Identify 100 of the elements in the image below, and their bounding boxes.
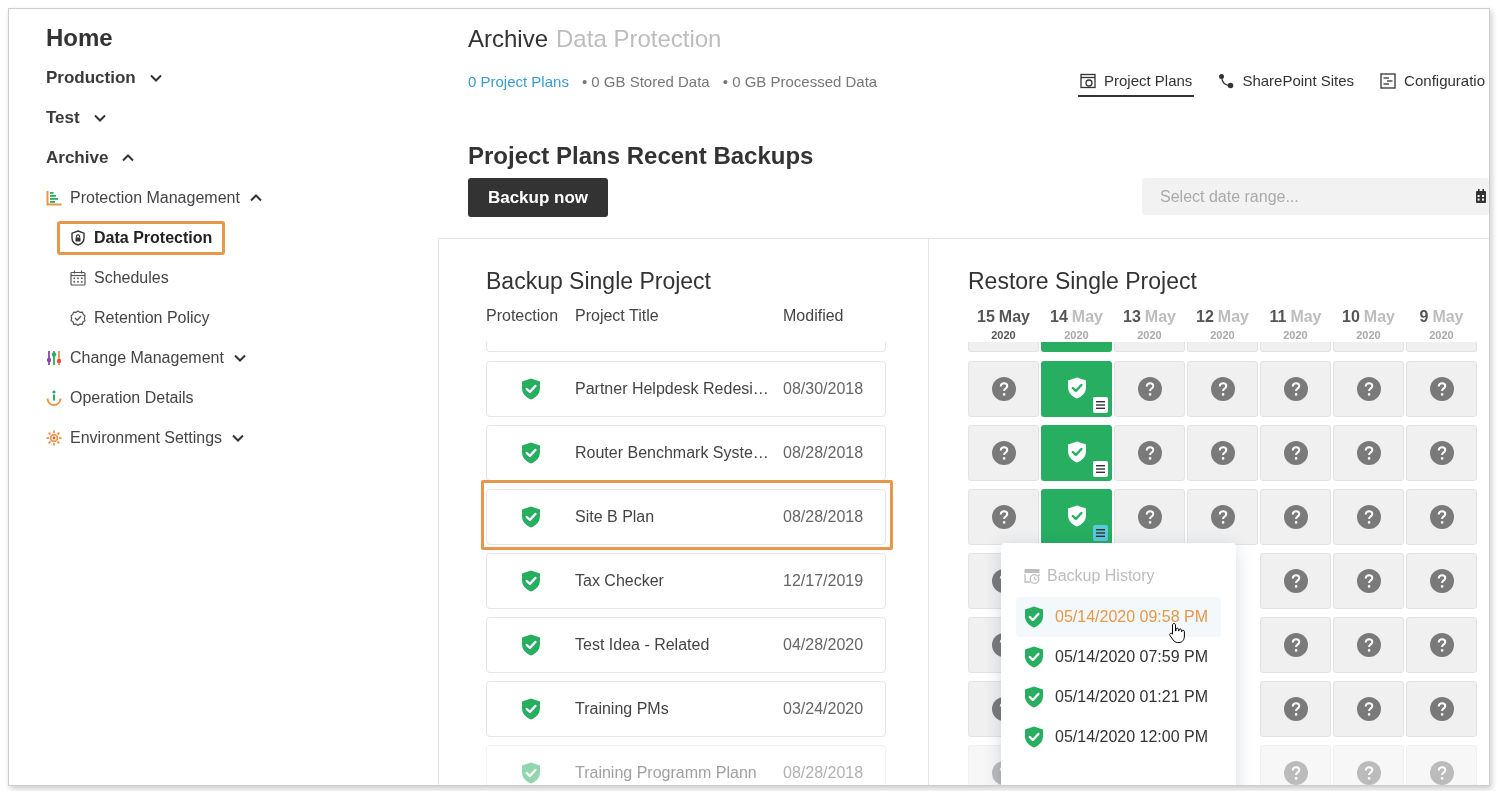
history-entry[interactable]: 05/14/2020 01:21 PM xyxy=(1016,677,1221,717)
question-mark-icon xyxy=(1137,377,1162,401)
year-label: 2020 xyxy=(1137,328,1162,342)
list-icon xyxy=(1096,401,1105,409)
modified-date: 08/30/2018 xyxy=(783,379,865,399)
nav-item[interactable]: Operation Details xyxy=(46,378,194,418)
date-cell xyxy=(968,342,1039,352)
window-icon xyxy=(1080,73,1096,89)
history-entry[interactable]: 05/14/2020 07:59 PM xyxy=(1016,637,1221,677)
project-row[interactable]: Tax Checker 12/17/2019 xyxy=(486,553,886,609)
modified-date: 08/28/2018 xyxy=(783,762,865,783)
question-mark-icon xyxy=(1210,441,1235,465)
backup-cell[interactable] xyxy=(1041,425,1112,481)
question-mark-icon xyxy=(991,505,1016,529)
project-title: Site B Plan xyxy=(575,507,656,527)
nav-section[interactable]: Production xyxy=(46,58,162,98)
shield-check-icon xyxy=(1024,606,1044,628)
date-cell xyxy=(1333,342,1404,352)
project-title: Partner Helpdesk Redesi… xyxy=(575,379,770,399)
backup-cell[interactable] xyxy=(1041,342,1112,352)
history-menu-button[interactable] xyxy=(1093,461,1108,477)
backup-cell[interactable] xyxy=(1041,489,1112,545)
year-label: 2020 xyxy=(1356,328,1381,342)
column-header: Protection xyxy=(486,306,560,326)
date-cell xyxy=(1406,342,1477,352)
list-icon xyxy=(1096,465,1105,473)
month-label: May xyxy=(1071,307,1103,327)
bar-chart-icon xyxy=(46,190,62,206)
nav-item[interactable]: Environment Settings xyxy=(46,418,245,458)
question-mark-icon xyxy=(1283,697,1308,721)
question-mark-icon xyxy=(1137,441,1162,465)
modified-date: 08/28/2018 xyxy=(783,507,865,527)
month-label: May xyxy=(1290,307,1322,327)
calendar-icon[interactable] xyxy=(1476,189,1486,203)
project-title: Training Programm Plann xyxy=(575,762,758,783)
connection-icon xyxy=(1218,73,1235,89)
question-mark-icon xyxy=(1356,569,1381,593)
question-mark-icon xyxy=(1283,441,1308,465)
popup-title: Backup History xyxy=(1047,566,1155,586)
project-title: Tax Checker xyxy=(575,571,665,591)
shield-check-icon xyxy=(1024,726,1044,748)
date-cell xyxy=(1114,342,1185,352)
calendar-icon xyxy=(70,270,86,286)
modified-date: 12/17/2019 xyxy=(783,571,865,591)
tab[interactable]: SharePoint Sites xyxy=(1216,64,1357,97)
tab[interactable]: Configuratio xyxy=(1378,64,1487,97)
project-row[interactable]: Test Idea - Related 04/28/2020 xyxy=(486,617,886,673)
question-mark-icon xyxy=(991,441,1016,465)
nav-section[interactable]: Test xyxy=(46,98,106,138)
nav-subitem[interactable]: Schedules xyxy=(57,261,182,295)
question-mark-icon xyxy=(1356,505,1381,529)
backup-now-button[interactable]: Backup now xyxy=(468,178,608,217)
project-row[interactable]: Training PMs 03/24/2020 xyxy=(486,681,886,737)
modified-date: 08/28/2018 xyxy=(783,443,865,463)
question-mark-icon xyxy=(1210,505,1235,529)
badge-icon xyxy=(70,310,86,326)
project-title: Test Idea - Related xyxy=(575,635,711,655)
history-menu-button[interactable] xyxy=(1093,525,1108,541)
question-mark-icon xyxy=(1283,760,1308,785)
day-number: 14 xyxy=(1050,307,1068,327)
month-label: May xyxy=(1363,307,1395,327)
date-range-field[interactable]: Select date range... xyxy=(1142,178,1489,215)
project-title: Router Benchmark Syste… xyxy=(575,443,770,463)
day-number: 11 xyxy=(1269,307,1287,327)
nav-subitem[interactable]: Data Protection xyxy=(57,221,226,255)
month-label: May xyxy=(1432,307,1464,327)
page-title: Archive xyxy=(468,24,549,54)
nav-section[interactable]: Archive xyxy=(46,138,135,178)
question-mark-icon xyxy=(1429,569,1454,593)
day-number: 15 xyxy=(977,307,995,327)
calendar-clock-icon xyxy=(1024,568,1040,584)
question-mark-icon xyxy=(991,377,1016,401)
shield-check-icon xyxy=(1024,646,1044,668)
nav-item[interactable]: Protection Management xyxy=(46,178,262,218)
nav-subitem[interactable]: Retention Policy xyxy=(57,301,223,335)
question-mark-icon xyxy=(1283,569,1308,593)
tab[interactable]: Project Plans xyxy=(1078,64,1195,97)
question-mark-icon xyxy=(1283,505,1308,529)
month-label: May xyxy=(1217,307,1249,327)
stat-text: • 0 GB Processed Data xyxy=(722,71,878,92)
backup-cell[interactable] xyxy=(1041,361,1112,417)
panel-title: Restore Single Project xyxy=(968,266,1198,296)
question-mark-icon xyxy=(1429,633,1454,657)
project-row[interactable]: Site B Plan 08/28/2018 xyxy=(486,489,886,545)
year-label: 2020 xyxy=(1429,328,1454,342)
year-label: 2020 xyxy=(1064,328,1089,342)
sliders-icon xyxy=(46,350,62,366)
breadcrumb-label: Data Protection xyxy=(556,24,722,54)
month-label: May xyxy=(1144,307,1176,327)
day-number: 10 xyxy=(1342,307,1360,327)
project-title: Training PMs xyxy=(575,699,670,719)
shield-check-icon xyxy=(1066,376,1087,399)
panel-title: Backup Single Project xyxy=(486,266,712,296)
project-row[interactable]: Router Benchmark Syste… 08/28/2018 xyxy=(486,425,886,481)
project-row[interactable]: Partner Helpdesk Redesi… 08/30/2018 xyxy=(486,361,886,417)
shield-check-icon xyxy=(1066,440,1087,463)
nav-item[interactable]: Change Management xyxy=(46,338,246,378)
stat-text: • 0 GB Stored Data xyxy=(581,71,710,92)
history-menu-button[interactable] xyxy=(1093,397,1108,413)
history-entry[interactable]: 05/14/2020 12:00 PM xyxy=(1016,717,1221,757)
